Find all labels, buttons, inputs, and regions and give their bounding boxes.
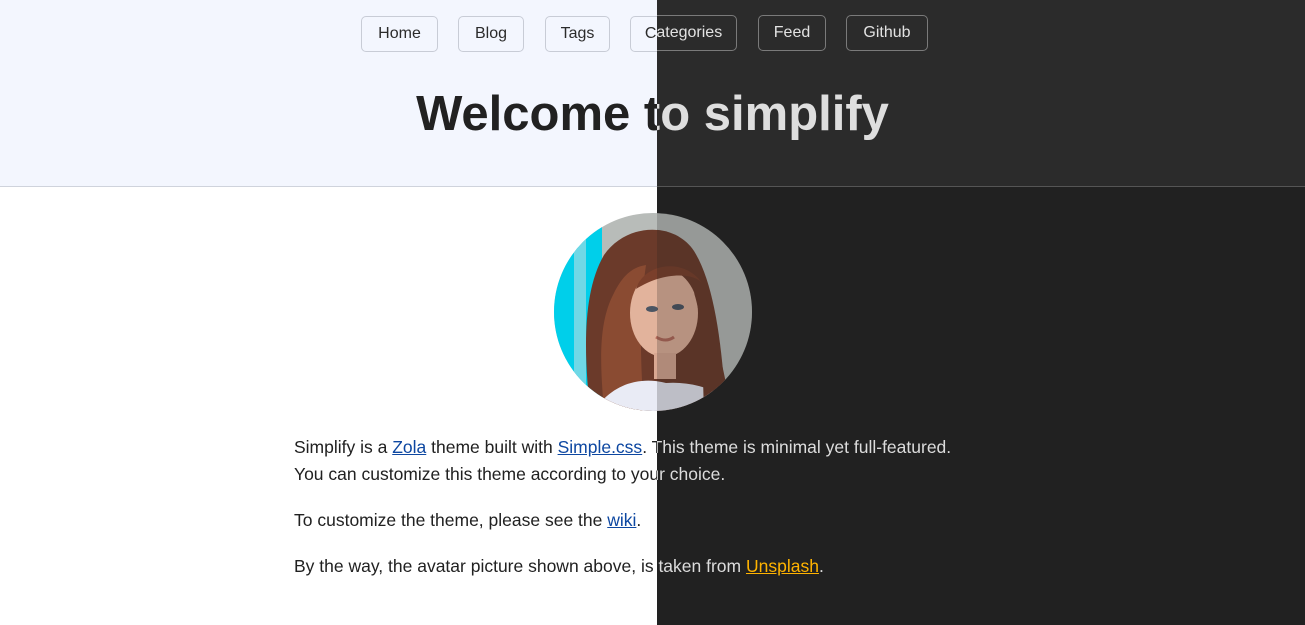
nav-home[interactable]: Home xyxy=(361,16,438,52)
nav-blog[interactable]: Blog xyxy=(458,16,524,52)
intro-text-2: theme built with xyxy=(426,437,558,457)
nav-feed-dark[interactable]: Feed xyxy=(758,15,826,51)
zola-link[interactable]: Zola xyxy=(392,437,426,457)
unsplash-link-dark[interactable]: Unsplash xyxy=(746,556,819,576)
simplecss-link[interactable]: Simple.css xyxy=(558,437,643,457)
nav-github-dark[interactable]: Github xyxy=(846,15,928,51)
wiki-link[interactable]: wiki xyxy=(607,510,636,530)
intro-text-1: Simplify is a xyxy=(294,437,393,457)
wiki-period: . xyxy=(636,510,642,530)
wiki-text: To customize the theme, please see the xyxy=(294,510,608,530)
credit-period-dark: . xyxy=(818,556,824,576)
intro-text-3-dark: . This theme is minimal yet full-feature… xyxy=(642,437,952,457)
nav-tags[interactable]: Tags xyxy=(545,16,610,52)
